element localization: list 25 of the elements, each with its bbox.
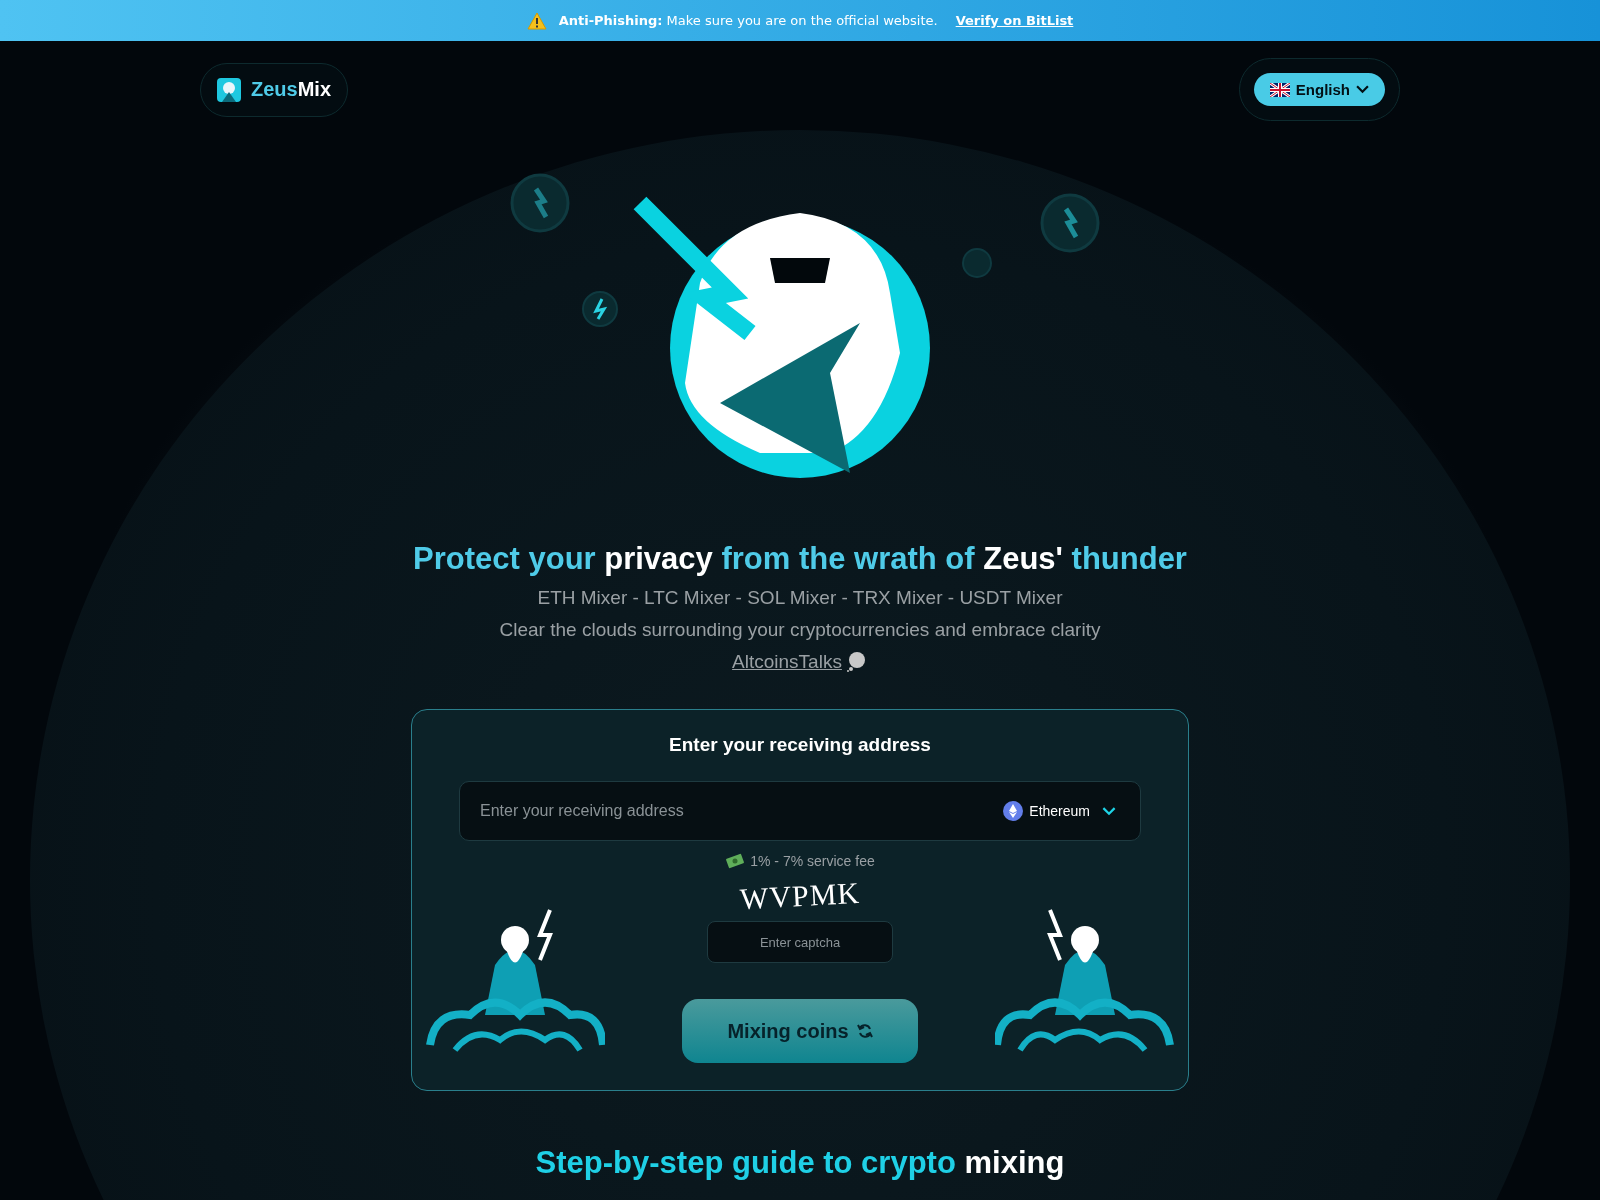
- hero-headline: Protect your privacy from the wrath of Zeus' thunder: [413, 541, 1187, 577]
- guide-heading: Step-by-step guide to crypto mixing: [535, 1145, 1065, 1181]
- altcoinstalks-link[interactable]: AltcoinsTalks: [732, 651, 842, 673]
- banner-message: Anti-Phishing: Make sure you are on the official website.: [558, 13, 938, 28]
- service-fee-text: 1% - 7% service fee: [750, 853, 875, 869]
- zeus-logo-icon: [217, 77, 241, 102]
- ethereum-icon: [1003, 801, 1024, 821]
- captcha-field[interactable]: Enter captcha: [707, 921, 893, 963]
- chevron-down-icon: [1102, 806, 1116, 816]
- card-title: Enter your receiving address: [669, 734, 931, 756]
- mixer-list: ETH Mixer - LTC Mixer - SOL Mixer - TRX Mixer - USDT Mixer: [537, 587, 1063, 609]
- captcha-image: WVPMK: [739, 875, 861, 917]
- chevron-down-icon: [1356, 85, 1369, 94]
- refresh-icon: [856, 1023, 873, 1039]
- currency-select[interactable]: Ethereum: [997, 800, 1122, 822]
- logo-pill[interactable]: ZeusMix: [200, 62, 349, 117]
- address-field[interactable]: Enter your receiving address Ethereum: [459, 781, 1141, 841]
- logo-text: ZeusMix: [251, 78, 332, 101]
- language-button[interactable]: English: [1253, 73, 1385, 106]
- mixing-coins-button[interactable]: Mixing coins: [682, 999, 918, 1063]
- money-icon: [725, 853, 746, 869]
- warning-icon: [526, 11, 547, 30]
- uk-flag-icon: [1269, 82, 1290, 97]
- thought-bubble-icon: [845, 652, 868, 672]
- tagline: Clear the clouds surrounding your cryptocurrencies and embrace clarity: [499, 619, 1101, 641]
